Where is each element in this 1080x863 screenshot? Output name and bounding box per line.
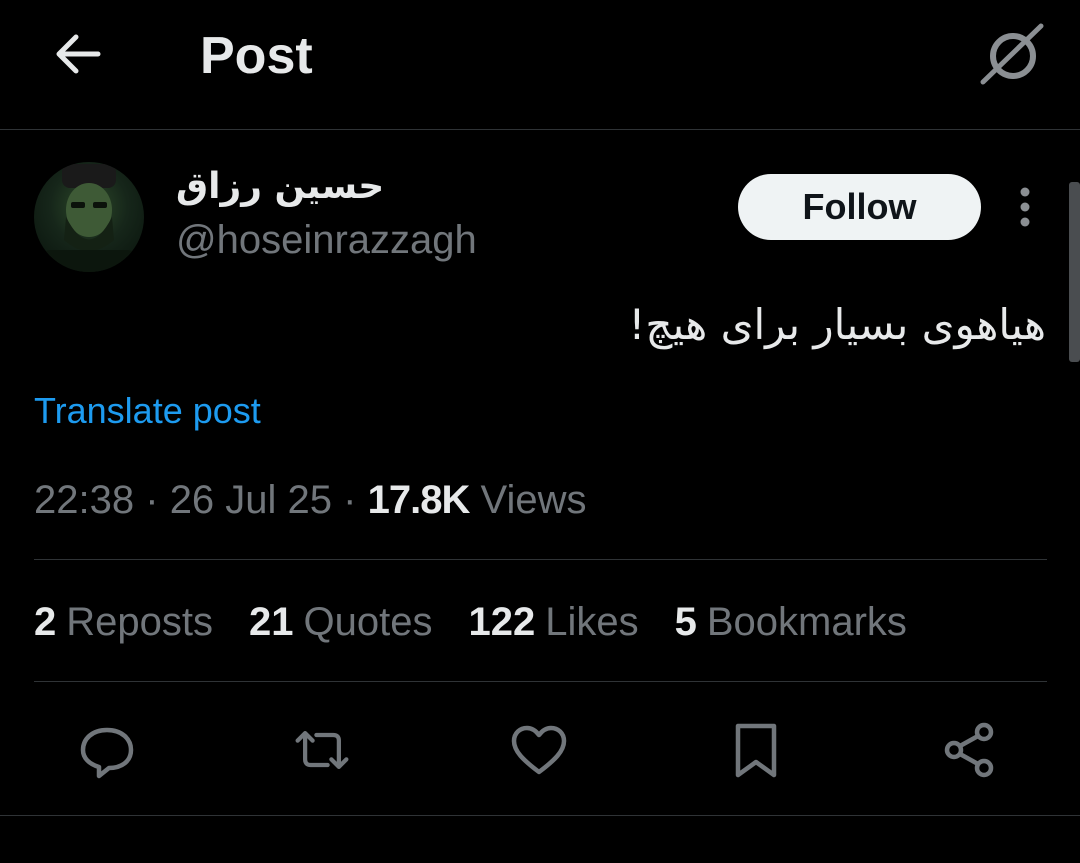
bookmark-button[interactable] (726, 720, 786, 780)
separator: · (145, 478, 159, 522)
share-icon (944, 722, 994, 778)
grok-button[interactable] (975, 20, 1047, 92)
reply-button[interactable] (77, 720, 137, 780)
divider (34, 559, 1047, 560)
post-date[interactable]: 26 Jul 25 (170, 478, 332, 522)
repost-icon (295, 731, 349, 769)
divider (34, 681, 1047, 682)
post-text: هیاهوی بسیار برای هیچ! (628, 300, 1046, 349)
back-button[interactable] (48, 25, 108, 85)
divider (0, 815, 1080, 816)
page-title: Post (200, 27, 313, 85)
author-display-name[interactable]: حسین رزاق (176, 166, 384, 207)
top-bar: Post (0, 0, 1080, 130)
views-label: Views (480, 478, 587, 522)
post-time[interactable]: 22:38 (34, 478, 134, 522)
translate-post-link[interactable]: Translate post (34, 390, 261, 432)
repost-button[interactable] (292, 720, 352, 780)
follow-button[interactable]: Follow (738, 174, 981, 240)
more-options-button[interactable] (1005, 185, 1045, 229)
share-button[interactable] (940, 720, 1000, 780)
engagement-stats: 2 Reposts 21 Quotes 122 Likes 5 Bookmarks (34, 600, 943, 645)
profile-photo (39, 164, 139, 272)
grok-icon (980, 23, 1044, 85)
action-bar (0, 700, 1080, 800)
arrow-left-icon (56, 34, 101, 74)
reply-icon (80, 727, 134, 779)
avatar[interactable] (34, 162, 144, 272)
like-icon (511, 725, 567, 775)
bookmarks-stat[interactable]: 5 Bookmarks (675, 600, 907, 645)
views-count: 17.8K (367, 478, 471, 522)
likes-stat[interactable]: 122 Likes (468, 600, 638, 645)
author-handle[interactable]: @hoseinrazzagh (176, 218, 477, 263)
more-vertical-icon (1020, 187, 1030, 227)
scrollbar[interactable] (1069, 182, 1080, 362)
post-metadata: 22:38 · 26 Jul 25 · 17.8K Views (34, 478, 586, 523)
bookmark-icon (735, 723, 777, 778)
separator: · (343, 478, 357, 522)
reposts-stat[interactable]: 2 Reposts (34, 600, 213, 645)
like-button[interactable] (509, 720, 569, 780)
quotes-stat[interactable]: 21 Quotes (249, 600, 432, 645)
